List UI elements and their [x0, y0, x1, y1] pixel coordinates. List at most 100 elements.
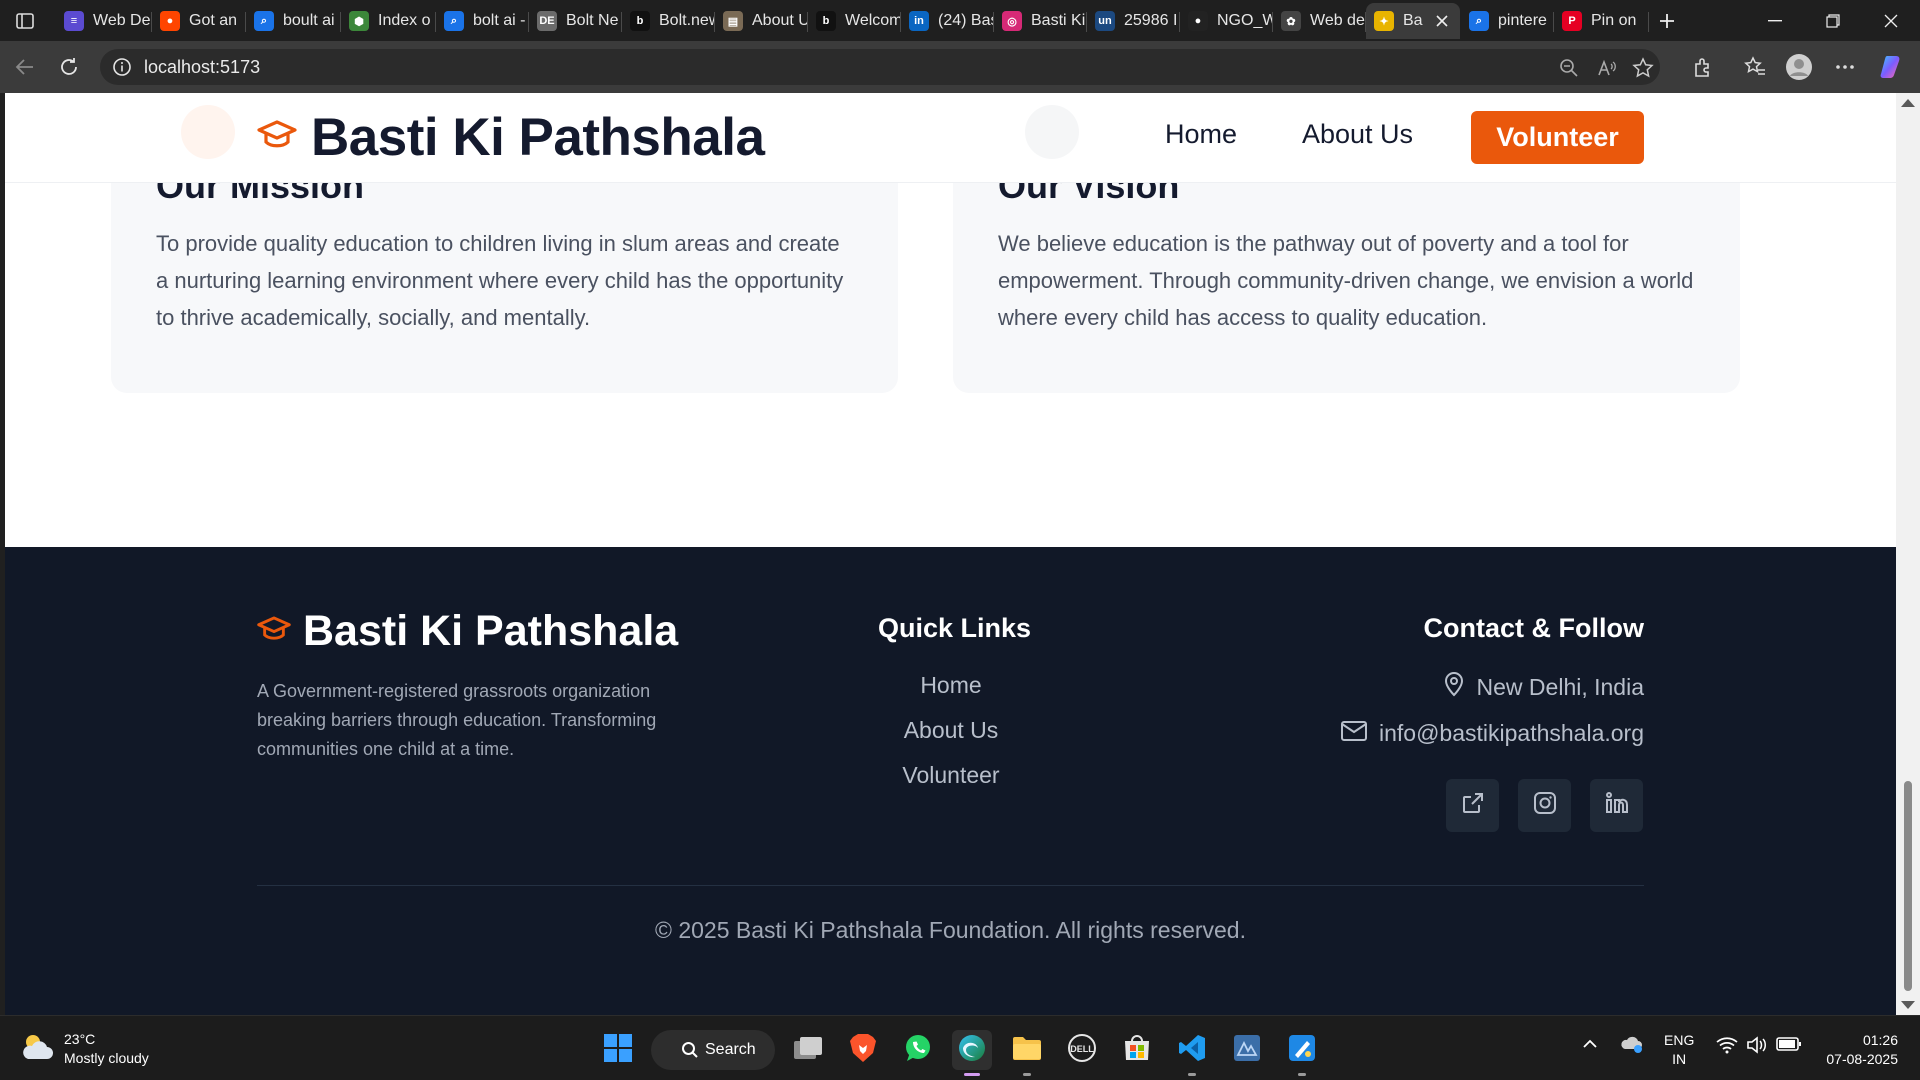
new-tab-button[interactable] [1654, 8, 1680, 34]
page-scrollbar[interactable] [1896, 93, 1920, 1015]
favorites-icon[interactable] [1738, 50, 1772, 84]
nav-link-about[interactable]: About Us [1302, 119, 1413, 150]
site-footer: Basti Ki Pathshala A Government-register… [5, 547, 1896, 1015]
nav-link-home[interactable]: Home [1165, 119, 1237, 150]
wifi-icon[interactable] [1716, 1036, 1738, 1059]
minimize-button[interactable] [1746, 0, 1804, 41]
scroll-up-arrow-icon[interactable] [1901, 99, 1915, 107]
footer-logo[interactable]: Basti Ki Pathshala [257, 607, 678, 656]
weather-widget[interactable]: 23°C Mostly cloudy [20, 1030, 149, 1068]
battery-icon[interactable] [1776, 1036, 1802, 1057]
windows-logo-icon [603, 1033, 633, 1068]
clock-time: 01:26 [1862, 1032, 1898, 1048]
zoom-icon[interactable] [1556, 55, 1582, 81]
browser-tab[interactable]: b Bolt.new [622, 3, 715, 39]
taskbar-search[interactable]: Search [651, 1030, 775, 1070]
browser-tab[interactable]: ⌕ pintere [1461, 3, 1554, 39]
svg-text:DELL: DELL [1070, 1044, 1094, 1054]
browser-tab[interactable]: b Welcom [808, 3, 901, 39]
browser-tab[interactable]: ▤ About U [715, 3, 808, 39]
reload-button[interactable] [52, 50, 86, 84]
browser-tab[interactable]: ⬢ Index o [341, 3, 436, 39]
dell-icon: DELL [1067, 1033, 1097, 1068]
read-aloud-icon[interactable] [1594, 55, 1620, 81]
external-link-button[interactable] [1446, 779, 1499, 832]
search-icon: ⌕ [1469, 11, 1489, 31]
email-text[interactable]: info@bastikipathshala.org [1379, 720, 1644, 747]
extensions-icon[interactable] [1686, 50, 1720, 84]
restore-button[interactable] [1804, 0, 1862, 41]
profile-avatar[interactable] [1782, 50, 1816, 84]
address-bar[interactable]: localhost:5173 [100, 49, 1660, 85]
browser-tab[interactable]: ✿ Web de [1273, 3, 1366, 39]
browser-tab[interactable]: in (24) Bas [901, 3, 994, 39]
browser-tab[interactable]: ⌕ boult ai [246, 3, 341, 39]
footer-link-home[interactable]: Home [851, 672, 1051, 699]
footer-brand-name: Basti Ki Pathshala [303, 607, 679, 655]
start-button[interactable] [598, 1030, 638, 1070]
contact-heading: Contact & Follow [1423, 613, 1644, 643]
browser-tab[interactable]: ≡ Web De [56, 3, 152, 39]
copilot-icon[interactable] [1876, 50, 1910, 84]
taskbar-app-editor[interactable] [1282, 1030, 1322, 1076]
close-window-button[interactable] [1862, 0, 1920, 41]
tab-title: bolt ai - [473, 12, 526, 29]
browser-tab[interactable]: ⌕ bolt ai - [436, 3, 529, 39]
tab-title: About U [752, 12, 808, 29]
taskbar-vscode[interactable] [1172, 1030, 1212, 1076]
language-indicator[interactable]: ENG IN [1664, 1031, 1694, 1069]
whatsapp-icon [903, 1033, 933, 1068]
more-menu-icon[interactable] [1828, 50, 1862, 84]
instagram-button[interactable] [1518, 779, 1571, 832]
tab-title: Pin on [1591, 12, 1637, 29]
linkedin-button[interactable] [1590, 779, 1643, 832]
close-tab-icon[interactable] [1432, 11, 1452, 31]
site-icon: ✦ [1374, 11, 1394, 31]
graduation-cap-icon [257, 119, 297, 156]
openai-icon: ✿ [1281, 11, 1301, 31]
bolt-icon: b [816, 11, 836, 31]
email-row[interactable]: info@bastikipathshala.org [1340, 720, 1644, 747]
cloudy-weather-icon [20, 1032, 54, 1067]
taskbar-file-explorer[interactable] [1007, 1030, 1047, 1076]
volunteer-button[interactable]: Volunteer [1471, 111, 1644, 164]
onedrive-status-icon[interactable] [1620, 1034, 1644, 1059]
tab-title: Ba [1403, 12, 1423, 29]
site-info-icon[interactable] [112, 57, 132, 82]
tab-title: NGO_W [1217, 12, 1273, 29]
volume-icon[interactable] [1746, 1036, 1768, 1059]
folder-icon [1012, 1035, 1042, 1066]
taskbar-edge[interactable] [952, 1030, 992, 1076]
site-logo[interactable]: Basti Ki Pathshala [257, 107, 765, 168]
browser-tab[interactable]: ◎ Basti Ki [994, 3, 1087, 39]
unstop-icon: un [1095, 11, 1115, 31]
task-view-button[interactable] [788, 1030, 828, 1070]
back-button[interactable] [8, 50, 42, 84]
browser-tab[interactable]: P Pin on [1554, 3, 1649, 39]
page-viewport: Our Mission To provide quality education… [5, 93, 1896, 1015]
browser-tab[interactable]: ✦ Ba [1366, 3, 1460, 39]
taskbar-store[interactable] [1117, 1030, 1157, 1070]
footer-description: A Government-registered grassroots organ… [257, 681, 657, 759]
scrollbar-thumb[interactable] [1904, 781, 1912, 991]
browser-tab[interactable]: ● NGO_W [1180, 3, 1273, 39]
pinterest-icon: P [1562, 11, 1582, 31]
tab-actions-icon[interactable] [10, 8, 40, 34]
scroll-down-arrow-icon[interactable] [1901, 1001, 1915, 1009]
instagram-icon [1533, 791, 1557, 820]
browser-tab[interactable]: ● Got an [152, 3, 246, 39]
browser-tab[interactable]: DE Bolt Ne [529, 3, 622, 39]
taskbar-brave[interactable] [843, 1030, 883, 1070]
footer-link-about[interactable]: About Us [851, 717, 1051, 744]
footer-link-volunteer[interactable]: Volunteer [851, 762, 1051, 789]
search-icon [682, 1042, 698, 1058]
taskbar-whatsapp[interactable] [898, 1030, 938, 1070]
list-icon: ≡ [64, 11, 84, 31]
footer-divider [257, 885, 1644, 886]
taskbar-app-blueprint[interactable] [1227, 1030, 1267, 1070]
taskbar-dell[interactable]: DELL [1062, 1030, 1102, 1070]
favorite-star-icon[interactable] [1630, 55, 1656, 81]
show-hidden-icons-button[interactable] [1582, 1036, 1598, 1054]
browser-tab[interactable]: un 25986 I [1087, 3, 1180, 39]
system-clock[interactable]: 01:26 07-08-2025 [1818, 1031, 1898, 1069]
